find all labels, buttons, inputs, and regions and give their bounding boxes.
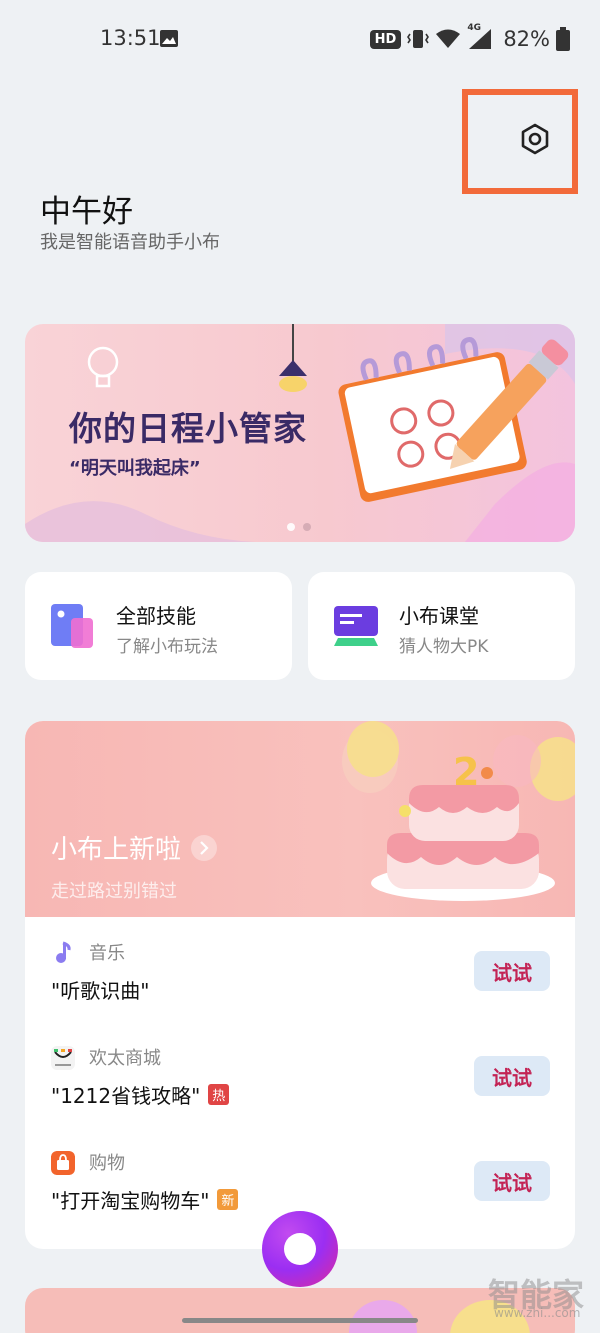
banner-title: 你的日程小管家 [69, 409, 307, 448]
svg-text:2: 2 [453, 750, 479, 794]
skill-title: 全部技能 [116, 604, 196, 628]
banner-dot [303, 523, 311, 531]
skills-icon [51, 604, 93, 648]
battery-icon [556, 27, 570, 51]
banner-subtitle: “明天叫我起床” [69, 458, 201, 479]
schedule-banner[interactable]: 你的日程小管家 “明天叫我起床” [25, 324, 575, 542]
new-features-card: 2 小布上新啦 走过路过别错过 音乐 "听歌识曲" 试试 欢太商城 "1212省… [25, 721, 575, 1249]
new-tag: 新 [217, 1189, 239, 1210]
item-category: 欢太商城 [89, 1048, 161, 1069]
classroom-icon [334, 606, 378, 646]
all-skills-card[interactable]: 全部技能 了解小布玩法 [25, 572, 292, 680]
hd-badge: HD [369, 29, 402, 49]
new-features-title: 小布上新啦 [51, 829, 218, 866]
classroom-card[interactable]: 小布课堂 猜人物大PK [308, 572, 575, 680]
battery-percent: 82% [503, 27, 550, 51]
try-button[interactable]: 试试 [474, 1161, 550, 1201]
banner-dot-active [287, 523, 295, 531]
chevron-right-icon[interactable] [191, 834, 218, 861]
vibrate-icon [407, 30, 430, 48]
store-icon [51, 1046, 75, 1070]
voice-orb-center [284, 1233, 316, 1265]
network-type: 4G [467, 23, 481, 33]
music-icon [56, 941, 71, 963]
item-phrase-text: "听歌识曲" [51, 979, 150, 1003]
item-phrase: "听歌识曲" [51, 975, 149, 1004]
wifi-icon [436, 29, 461, 48]
item-phrase-text: "打开淘宝购物车" [51, 1189, 210, 1213]
item-category: 购物 [89, 1153, 125, 1174]
skill-title: 小布课堂 [399, 604, 479, 628]
new-features-subtitle: 走过路过别错过 [51, 881, 177, 902]
hot-tag: 热 [208, 1084, 230, 1105]
skill-desc: 了解小布玩法 [116, 637, 218, 657]
voice-assistant-button[interactable] [262, 1211, 338, 1287]
item-phrase: "打开淘宝购物车" 新 [51, 1185, 239, 1214]
item-phrase: "1212省钱攻略" 热 [51, 1080, 230, 1109]
status-icons: HD 4G 82% [369, 23, 570, 54]
list-item[interactable]: 音乐 "听歌识曲" 试试 [25, 921, 575, 1026]
gear-icon[interactable] [518, 122, 552, 156]
try-button[interactable]: 试试 [474, 951, 550, 991]
new-features-title-text: 小布上新啦 [51, 835, 182, 865]
new-features-header[interactable]: 2 小布上新啦 走过路过别错过 [25, 721, 575, 917]
cellular-signal-icon: 4G [467, 23, 493, 51]
list-item[interactable]: 欢太商城 "1212省钱攻略" 热 试试 [25, 1026, 575, 1131]
greeting-title: 中午好 [40, 194, 133, 230]
shopping-bag-icon [51, 1151, 75, 1175]
item-phrase-text: "1212省钱攻略" [51, 1084, 201, 1108]
status-bar: 13:51 HD 4G 82% [0, 0, 600, 80]
home-indicator[interactable] [182, 1318, 418, 1323]
status-time: 13:51 [100, 26, 161, 50]
try-button[interactable]: 试试 [474, 1056, 550, 1096]
greeting-subtitle: 我是智能语音助手小布 [40, 232, 220, 253]
watermark-url: www.zhi...com [494, 1306, 581, 1320]
item-category: 音乐 [89, 943, 125, 964]
image-icon [160, 30, 178, 47]
skill-desc: 猜人物大PK [399, 637, 489, 657]
banner-page-indicator [287, 523, 311, 531]
